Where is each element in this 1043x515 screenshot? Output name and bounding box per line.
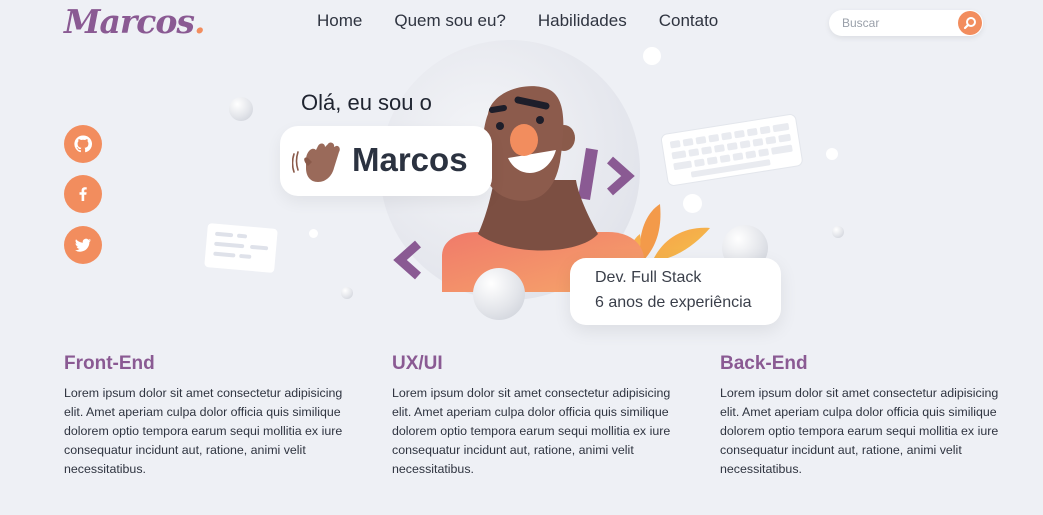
nav-home[interactable]: Home [317, 11, 362, 31]
section-text: Lorem ipsum dolor sit amet consectetur a… [392, 386, 671, 476]
section-text: Lorem ipsum dolor sit amet consectetur a… [720, 386, 999, 476]
github-icon [74, 135, 93, 153]
nav-contact[interactable]: Contato [659, 11, 719, 31]
hero-greeting: Olá, eu sou o [301, 90, 432, 115]
facebook-icon [79, 187, 87, 201]
keyboard-illustration [660, 114, 803, 186]
decor-ball [341, 287, 353, 299]
section-text: Lorem ipsum dolor sit amet consectetur a… [64, 386, 343, 476]
decor-dot [826, 148, 838, 160]
decor-dot [309, 229, 318, 238]
section-front-end: Front-End Lorem ipsum dolor sit amet con… [64, 353, 344, 479]
logo-dot: . [193, 2, 205, 41]
section-title: Front-End [64, 353, 155, 374]
search-icon [963, 17, 976, 30]
role-text: Dev. Full Stack [595, 269, 702, 286]
logo[interactable]: Marcos. [64, 2, 205, 41]
section-title: Back-End [720, 353, 808, 374]
twitter-icon [75, 238, 91, 252]
logo-text: Marcos [64, 2, 195, 41]
code-bracket-left-illustration [393, 240, 421, 280]
section-back-end: Back-End Lorem ipsum dolor sit amet cons… [720, 353, 1000, 479]
section-ux-ui: UX/UI Lorem ipsum dolor sit amet consect… [392, 353, 672, 479]
waving-hand-icon [292, 142, 340, 182]
decor-dot [643, 47, 661, 65]
nav-skills[interactable]: Habilidades [538, 11, 627, 31]
info-card: Dev. Full Stack 6 anos de experiência [570, 258, 781, 325]
nav-about[interactable]: Quem sou eu? [394, 11, 506, 31]
github-button[interactable] [64, 125, 102, 163]
hero-name: Marcos [352, 141, 468, 178]
decor-ball [832, 226, 844, 238]
main-nav: Home Quem sou eu? Habilidades Contato [317, 11, 750, 31]
search-button[interactable] [958, 11, 982, 35]
search-bar [829, 10, 983, 36]
facebook-button[interactable] [64, 175, 102, 213]
decor-ball [229, 97, 253, 121]
notepad-illustration [204, 223, 278, 273]
section-title: UX/UI [392, 353, 443, 374]
search-input[interactable] [842, 15, 952, 31]
twitter-button[interactable] [64, 226, 102, 264]
name-card: Marcos [280, 126, 492, 196]
decor-ball [473, 268, 525, 320]
experience-text: 6 anos de experiência [595, 294, 752, 311]
